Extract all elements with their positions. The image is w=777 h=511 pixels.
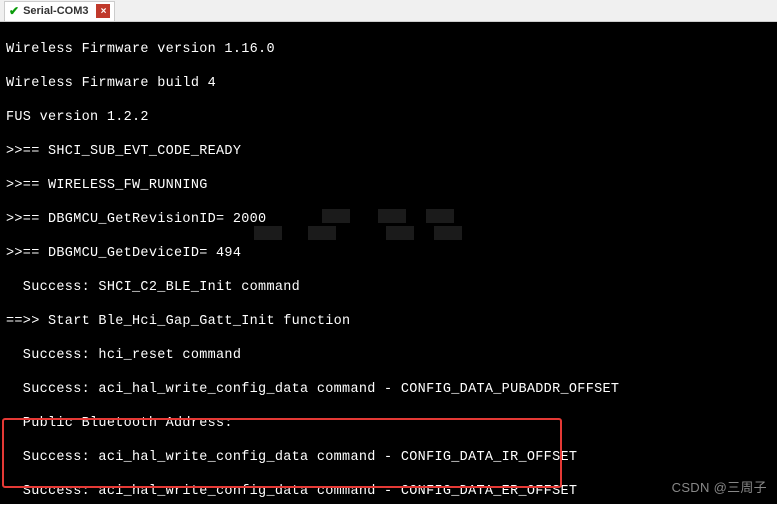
obscured-region [426,209,454,223]
tab-bar: ✔ Serial-COM3 × [0,0,777,22]
terminal-line: Success: aci_hal_write_config_data comma… [6,381,771,398]
terminal-line: Public Bluetooth Address: [6,415,771,432]
terminal-line: >>== DBGMCU_GetDeviceID= 494 [6,245,771,262]
terminal-line: >>== SHCI_SUB_EVT_CODE_READY [6,143,771,160]
obscured-region [308,226,336,240]
close-icon[interactable]: × [96,4,110,18]
terminal-line: Success: hci_reset command [6,347,771,364]
terminal-line: Wireless Firmware build 4 [6,75,771,92]
obscured-region [378,209,406,223]
terminal-line: Success: aci_hal_write_config_data comma… [6,483,771,500]
watermark: CSDN @三周子 [672,479,767,496]
terminal-line: Wireless Firmware version 1.16.0 [6,41,771,58]
terminal-line: FUS version 1.2.2 [6,109,771,126]
terminal-line: ==>> Start Ble_Hci_Gap_Gatt_Init functio… [6,313,771,330]
tab-serial-com3[interactable]: ✔ Serial-COM3 × [4,1,115,21]
check-icon: ✔ [9,5,19,17]
terminal-line: Success: SHCI_C2_BLE_Init command [6,279,771,296]
tab-title: Serial-COM3 [23,5,88,17]
obscured-region [322,209,350,223]
terminal-output: Wireless Firmware version 1.16.0 Wireles… [0,22,777,504]
obscured-region [254,226,282,240]
terminal-line: Success: aci_hal_write_config_data comma… [6,449,771,466]
obscured-region [386,226,414,240]
obscured-region [434,226,462,240]
terminal-line: >>== WIRELESS_FW_RUNNING [6,177,771,194]
